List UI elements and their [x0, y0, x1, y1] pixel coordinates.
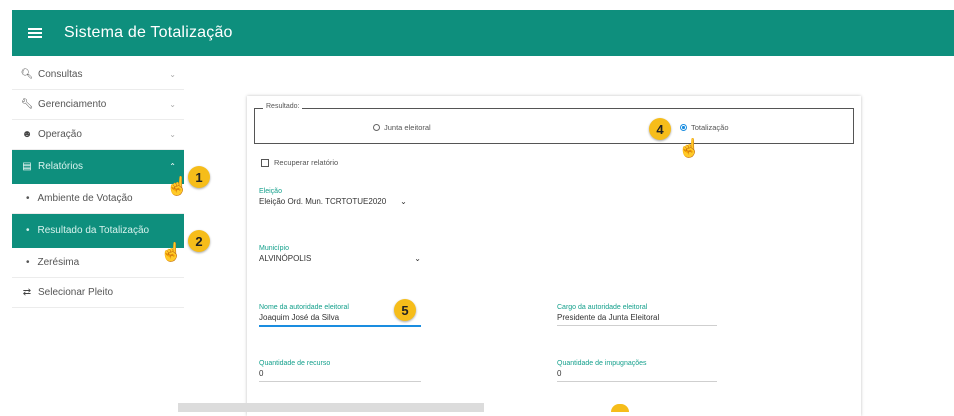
- step-badge-1: 1: [188, 166, 210, 188]
- bullet-icon: •: [26, 225, 30, 236]
- municipio-select[interactable]: Município ALVINÓPOLIS ⌄: [259, 245, 421, 263]
- radio-button-checked[interactable]: [680, 124, 687, 131]
- sidebar-item-resultado-totalizacao[interactable]: • Resultado da Totalização: [12, 214, 184, 248]
- sidebar-item-label: Gerenciamento: [38, 99, 107, 110]
- sidebar-item-label: Consultas: [38, 69, 83, 80]
- step-badge-partial: [611, 404, 629, 412]
- field-label: Eleição: [259, 188, 282, 195]
- sidebar-item-ambiente-votacao[interactable]: • Ambiente de Votação: [12, 184, 184, 214]
- hand-cursor-icon: ☝: [160, 242, 183, 262]
- switch-icon: ⇄: [22, 287, 32, 298]
- sidebar: 🔍︎ Consultas ⌄ 🔧︎ Gerenciamento ⌄ ☻ Oper…: [12, 60, 184, 308]
- radio-totalizacao[interactable]: Totalização: [680, 123, 729, 132]
- cargo-input[interactable]: Cargo da autoridade eleitoral Presidente…: [557, 304, 717, 326]
- people-icon: ☻: [21, 129, 33, 140]
- sidebar-item-label: Zerésima: [37, 257, 80, 268]
- step-badge-4: 4: [649, 118, 671, 140]
- input-underline: [557, 381, 717, 382]
- field-value: 0: [557, 369, 562, 378]
- sidebar-item-label: Resultado da Totalização: [37, 225, 150, 236]
- bullet-icon: •: [26, 257, 30, 268]
- sidebar-item-relatorios[interactable]: ▤ Relatórios ⌃: [12, 150, 184, 184]
- field-value: ALVINÓPOLIS: [259, 254, 312, 263]
- field-label: Quantidade de impugnações: [557, 360, 647, 367]
- field-label: Cargo da autoridade eleitoral: [557, 304, 648, 311]
- input-underline: [259, 325, 421, 327]
- app-title: Sistema de Totalização: [64, 24, 233, 41]
- recurso-input[interactable]: Quantidade de recurso 0: [259, 360, 421, 382]
- field-value: 0: [259, 369, 264, 378]
- chevron-down-icon: ⌄: [400, 197, 407, 206]
- sidebar-item-label: Ambiente de Votação: [37, 193, 133, 204]
- sidebar-item-operacao[interactable]: ☻ Operação ⌄: [12, 120, 184, 150]
- field-value: Eleição Ord. Mun. TCRTOTUE2020: [259, 197, 387, 206]
- impugnacoes-input[interactable]: Quantidade de impugnações 0: [557, 360, 717, 382]
- radio-label: Junta eleitoral: [384, 123, 431, 132]
- field-label: Município: [259, 245, 289, 252]
- resultado-fieldset: Resultado: Junta eleitoral Totalização: [254, 103, 854, 144]
- chevron-down-icon: ⌄: [169, 100, 176, 109]
- sidebar-item-selecionar-pleito[interactable]: ⇄ Selecionar Pleito: [12, 278, 184, 308]
- radio-label: Totalização: [691, 123, 729, 132]
- field-value: Presidente da Junta Eleitoral: [557, 313, 660, 322]
- menu-icon[interactable]: [28, 26, 42, 40]
- chevron-up-icon: ⌃: [169, 162, 176, 171]
- resultado-legend: Resultado:: [263, 103, 303, 110]
- step-badge-2: 2: [188, 230, 210, 252]
- bullet-icon: •: [26, 193, 30, 204]
- sidebar-item-gerenciamento[interactable]: 🔧︎ Gerenciamento ⌄: [12, 90, 184, 120]
- sidebar-item-consultas[interactable]: 🔍︎ Consultas ⌄: [12, 60, 184, 90]
- wrench-icon: 🔧︎: [20, 99, 34, 110]
- radio-button[interactable]: [373, 124, 380, 131]
- recuperar-relatorio-checkbox[interactable]: Recuperar relatório: [261, 158, 338, 167]
- hand-cursor-icon: ☝: [678, 138, 701, 158]
- sidebar-item-label: Operação: [38, 129, 82, 140]
- input-underline: [557, 325, 717, 326]
- bottom-strip: [178, 403, 484, 412]
- search-icon: 🔍︎: [20, 69, 34, 80]
- hand-cursor-icon: ☝: [166, 176, 189, 196]
- chevron-down-icon: ⌄: [414, 254, 421, 263]
- app-bar: Sistema de Totalização: [12, 10, 954, 56]
- input-underline: [259, 381, 421, 382]
- sidebar-item-label: Relatórios: [38, 161, 84, 172]
- field-label: Quantidade de recurso: [259, 360, 331, 367]
- checkbox[interactable]: [261, 158, 269, 167]
- sidebar-item-label: Selecionar Pleito: [38, 287, 114, 298]
- report-icon: ▤: [22, 161, 32, 172]
- radio-junta-eleitoral[interactable]: Junta eleitoral: [373, 123, 431, 132]
- report-form: Resultado: Junta eleitoral Totalização 4…: [247, 96, 861, 416]
- step-badge-5: 5: [394, 299, 416, 321]
- checkbox-label: Recuperar relatório: [274, 158, 339, 167]
- chevron-down-icon: ⌄: [169, 70, 176, 79]
- chevron-down-icon: ⌄: [169, 130, 176, 139]
- eleicao-select[interactable]: Eleição Eleição Ord. Mun. TCRTOTUE2020 ⌄: [259, 188, 421, 206]
- sidebar-item-zeresima[interactable]: • Zerésima: [12, 248, 184, 278]
